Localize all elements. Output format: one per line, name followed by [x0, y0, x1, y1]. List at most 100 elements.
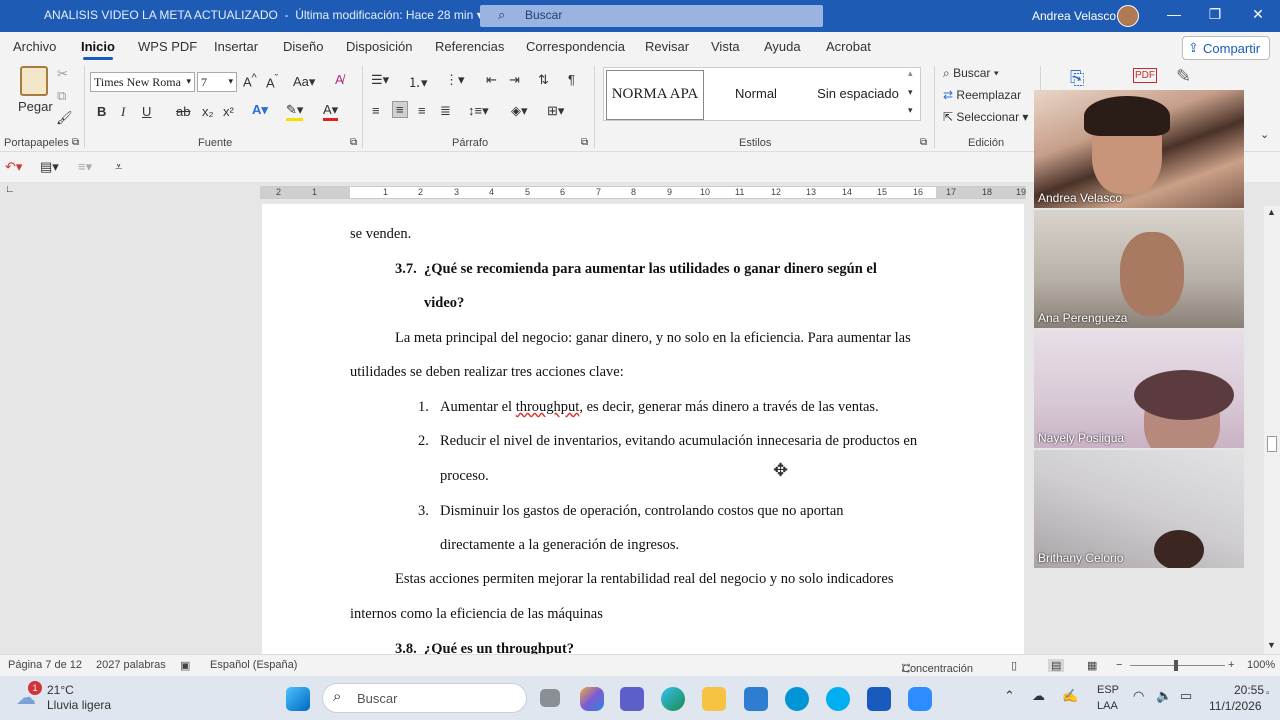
style-normal[interactable]: Normal — [708, 70, 804, 120]
weather-temp[interactable]: 21°C — [47, 683, 74, 697]
shading-icon[interactable]: ◈▾ — [511, 103, 528, 119]
subscript-button[interactable]: x₂ — [202, 104, 214, 119]
tab-revisar[interactable]: Revisar — [645, 39, 689, 54]
document-title[interactable]: ANALISIS VIDEO LA META ACTUALIZADO - Últ… — [44, 8, 483, 22]
strike-button[interactable]: ab — [176, 104, 190, 119]
document-workspace[interactable]: se venden. 3.7. ¿Qué se recomienda para … — [0, 204, 1034, 654]
italic-button[interactable]: I — [121, 104, 125, 120]
tab-inicio[interactable]: Inicio — [81, 39, 115, 60]
edge-icon[interactable] — [661, 687, 685, 711]
justify-icon[interactable]: ≣ — [440, 103, 451, 119]
hp-icon[interactable] — [785, 687, 809, 711]
title-search-box[interactable]: ⌕ Buscar — [480, 5, 823, 27]
participant-video[interactable]: Nayely Posligua — [1034, 330, 1244, 448]
tab-referencias[interactable]: Referencias — [435, 39, 504, 54]
weather-desc[interactable]: Lluvia ligera — [47, 698, 111, 712]
participant-video[interactable]: Ana Perengueza — [1034, 210, 1244, 328]
user-avatar[interactable] — [1117, 5, 1139, 27]
layout-icon[interactable]: ▤▾ — [40, 159, 59, 175]
grow-font-icon[interactable]: A^ — [243, 72, 257, 89]
bold-button[interactable]: B — [97, 104, 106, 119]
sort-icon[interactable]: ⇅ — [538, 72, 549, 88]
teams-icon[interactable] — [620, 687, 644, 711]
tab-correspondencia[interactable]: Correspondencia — [526, 39, 625, 54]
clock-date[interactable]: 11/1/2026 — [1209, 699, 1262, 713]
replace-button[interactable]: ⇄ Reemplazar — [943, 88, 1021, 102]
tab-wps-pdf[interactable]: WPS PDF — [138, 39, 197, 54]
paste-button[interactable]: Pegar — [18, 99, 53, 114]
network-status-icon[interactable]: ☁ — [1032, 688, 1045, 704]
scroll-up-icon[interactable]: ▲ — [1267, 207, 1276, 217]
tab-selector-icon[interactable]: ∟ — [5, 184, 15, 195]
clipboard-launcher-icon[interactable]: ⧉ — [72, 137, 79, 148]
font-color-icon[interactable]: A▾ — [323, 102, 339, 121]
word-count[interactable]: 2027 palabras — [96, 659, 166, 671]
decrease-indent-icon[interactable]: ⇤ — [486, 72, 497, 88]
styles-scroll-up-icon[interactable]: ▴ — [908, 68, 913, 79]
redo-icon[interactable]: ≡▾ — [78, 159, 92, 175]
bullets-icon[interactable]: ☰▾ — [371, 72, 389, 88]
superscript-button[interactable]: x² — [223, 104, 234, 119]
zoom-in-icon[interactable]: + — [1228, 659, 1234, 671]
tab-insertar[interactable]: Insertar — [214, 39, 258, 54]
underline-button[interactable]: U — [142, 104, 151, 119]
text-effects-icon[interactable]: A▾ — [252, 102, 268, 118]
format-painter-icon[interactable]: 🖌 — [56, 110, 73, 126]
show-hidden-icons[interactable]: ⌃ — [1004, 688, 1015, 704]
input-lang-top[interactable]: ESP — [1097, 684, 1119, 696]
change-case-icon[interactable]: Aa▾ — [293, 74, 315, 90]
restore-icon[interactable]: ❐ — [1205, 6, 1225, 23]
styles-launcher-icon[interactable]: ⧉ — [920, 137, 927, 148]
customize-qat-icon[interactable]: ⩡ — [115, 159, 122, 175]
clear-format-icon[interactable]: A̸ — [335, 72, 344, 87]
share-button[interactable]: ⇪ Compartir — [1182, 36, 1270, 60]
task-view-icon[interactable] — [540, 689, 560, 707]
increase-indent-icon[interactable]: ⇥ — [509, 72, 520, 88]
font-name-select[interactable]: Times New Roma ▾ — [90, 72, 195, 92]
select-button[interactable]: ⇱ Seleccionar ▾ — [943, 110, 1028, 124]
volume-icon[interactable]: 🔈 — [1156, 688, 1172, 704]
borders-icon[interactable]: ⊞▾ — [547, 103, 564, 119]
input-lang-bottom[interactable]: LAA — [1097, 700, 1118, 712]
font-size-select[interactable]: 7 ▾ — [197, 72, 237, 92]
start-icon[interactable] — [286, 687, 310, 711]
scroll-down-icon[interactable]: ▼ — [1267, 640, 1276, 650]
align-right-icon[interactable]: ≡ — [418, 103, 426, 118]
read-mode-icon[interactable]: ▯ — [1011, 659, 1017, 672]
style-norma-apa[interactable]: NORMA APA — [606, 70, 704, 120]
taskbar-search[interactable]: ⌕ Buscar — [322, 683, 527, 713]
acrobat-icon[interactable]: ⎘ — [1070, 68, 1084, 89]
styles-more-icon[interactable]: ▾ — [908, 105, 913, 116]
file-explorer-icon[interactable] — [702, 687, 726, 711]
tab-vista[interactable]: Vista — [711, 39, 740, 54]
tab-ayuda[interactable]: Ayuda — [764, 39, 801, 54]
tab-diseno[interactable]: Diseño — [283, 39, 323, 54]
styles-scroll-down-icon[interactable]: ▾ — [908, 87, 913, 98]
language-status[interactable]: Español (España) — [210, 659, 297, 671]
store-icon[interactable] — [744, 687, 768, 711]
pdf-icon[interactable]: PDF — [1133, 68, 1157, 83]
minimize-icon[interactable]: — — [1164, 6, 1184, 22]
tab-acrobat[interactable]: Acrobat — [826, 39, 871, 54]
user-name[interactable]: Andrea Velasco — [1032, 9, 1116, 23]
align-center-icon[interactable]: ≡ — [392, 101, 408, 118]
scroll-thumb[interactable] — [1267, 436, 1277, 452]
shrink-font-icon[interactable]: Aˇ — [266, 73, 278, 90]
word-icon[interactable] — [867, 687, 891, 711]
multilevel-list-icon[interactable]: ⋮▾ — [445, 72, 465, 88]
copilot-icon[interactable] — [580, 687, 604, 711]
skype-icon[interactable] — [826, 687, 850, 711]
paste-icon[interactable] — [20, 66, 48, 96]
web-layout-icon[interactable]: ▦ — [1087, 659, 1097, 672]
cut-icon[interactable]: ✂ — [57, 66, 68, 82]
participant-video[interactable]: Andrea Velasco — [1034, 90, 1244, 208]
tab-archivo[interactable]: Archivo — [13, 39, 56, 54]
copy-icon[interactable]: ⧉ — [57, 88, 66, 104]
zoom-slider[interactable] — [1130, 660, 1225, 671]
align-left-icon[interactable]: ≡ — [372, 103, 380, 118]
zoom-level[interactable]: 100% — [1247, 659, 1275, 671]
collapse-ribbon-icon[interactable]: ⌄ — [1260, 128, 1269, 141]
tab-disposicion[interactable]: Disposición — [346, 39, 412, 54]
battery-icon[interactable]: ▭ — [1180, 688, 1192, 704]
highlight-icon[interactable]: ✎▾ — [286, 102, 304, 121]
